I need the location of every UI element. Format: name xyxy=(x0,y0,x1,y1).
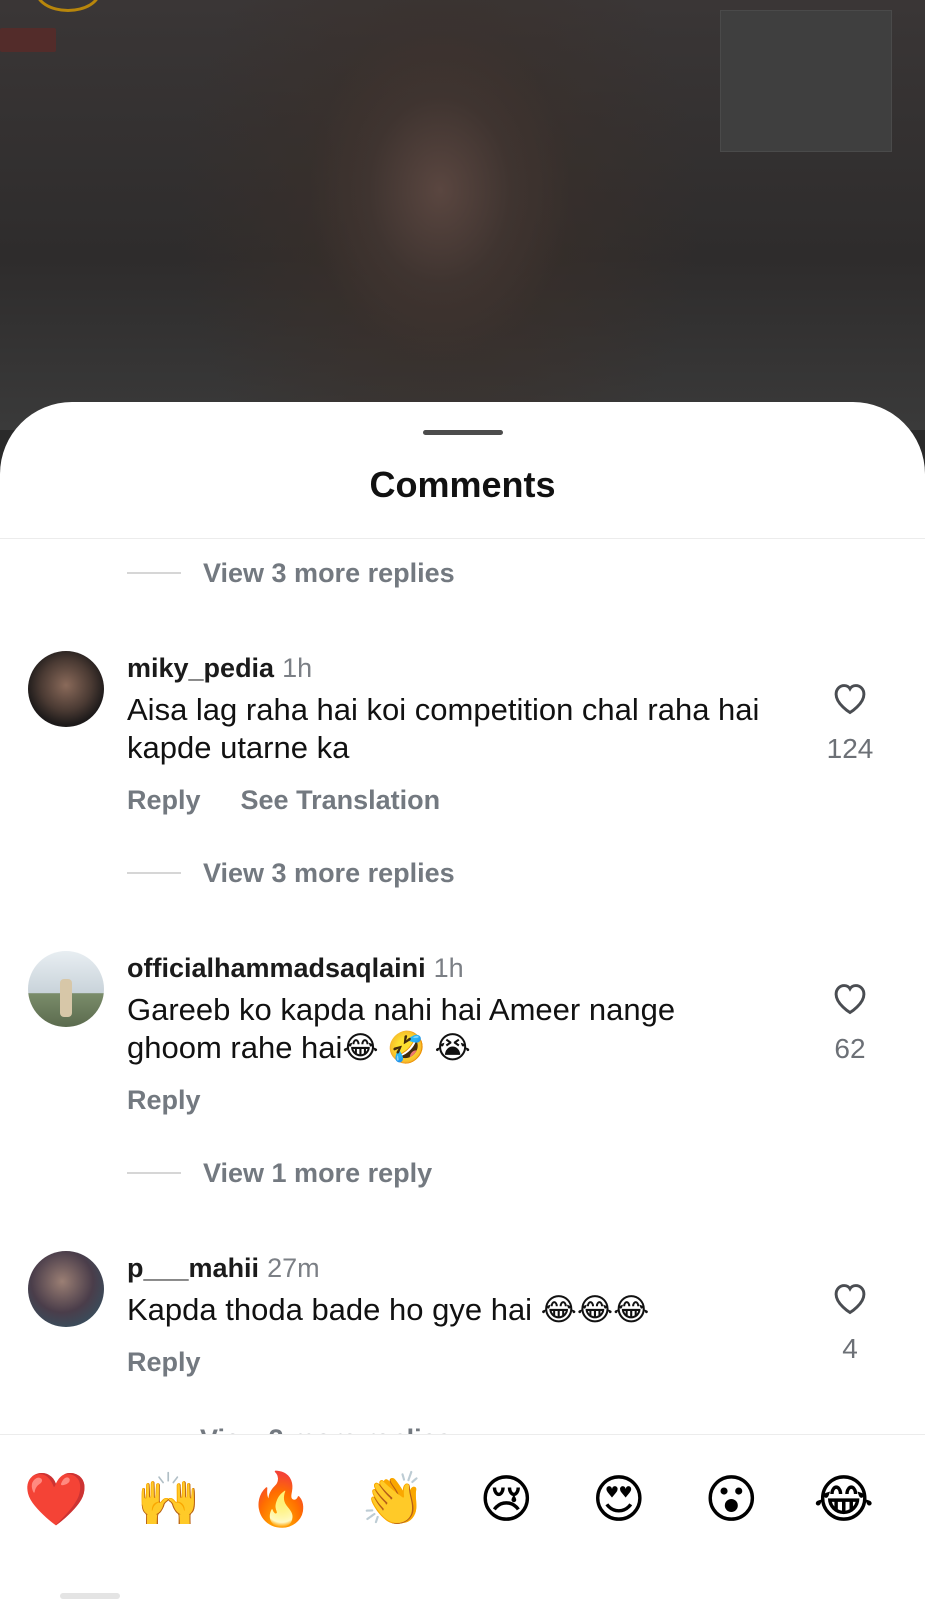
like-count: 62 xyxy=(834,1033,866,1064)
reaction-bar: ❤️ 🙌 🔥 👏 😢 😍 😮 😂 xyxy=(0,1434,925,1600)
comment-time: 1h xyxy=(282,653,313,683)
like-control[interactable]: 4 xyxy=(820,1279,880,1365)
video-backdrop xyxy=(0,0,925,430)
comment-username[interactable]: officialhammadsaqlaini xyxy=(127,953,426,983)
input-preview xyxy=(60,1593,120,1599)
heart-icon[interactable] xyxy=(830,1279,870,1315)
drag-handle[interactable] xyxy=(423,430,503,435)
reaction-row: ❤️ 🙌 🔥 👏 😢 😍 😮 😂 xyxy=(0,1465,925,1535)
avatar-figure xyxy=(60,979,72,1017)
comment-header: p___mahii 27m xyxy=(127,1251,777,1285)
avatar[interactable] xyxy=(28,951,104,1027)
comment-actions: Reply xyxy=(127,1347,777,1378)
backdrop-panel xyxy=(720,10,892,152)
comment-header: miky_pedia 1h xyxy=(127,651,777,685)
view-replies-label: View 1 more reply xyxy=(203,1157,433,1188)
comments-list[interactable]: View 3 more replies miky_pedia 1h Aisa la… xyxy=(0,539,925,1465)
like-control[interactable]: 62 xyxy=(820,979,880,1065)
comment-text: Gareeb ko kapda nahi hai Ameer nange gho… xyxy=(127,992,676,1065)
avatar[interactable] xyxy=(28,651,104,727)
backdrop-sign xyxy=(0,28,56,52)
reply-button[interactable]: Reply xyxy=(127,1085,201,1116)
sheet-title: Comments xyxy=(369,464,556,505)
comment-username[interactable]: p___mahii xyxy=(127,1253,259,1283)
comment-header: officialhammadsaqlaini 1h xyxy=(127,951,777,985)
red-heart-icon[interactable]: ❤️ xyxy=(0,1465,113,1535)
replies-line xyxy=(127,1172,181,1174)
comment-username[interactable]: miky_pedia xyxy=(127,653,274,683)
comments-sheet: Comments View 3 more replies miky_pedia 1… xyxy=(0,402,925,1600)
reply-button[interactable]: Reply xyxy=(127,1347,201,1378)
view-replies-label: View 3 more replies xyxy=(203,857,455,888)
clapping-hands-icon[interactable]: 👏 xyxy=(338,1465,451,1535)
raising-hands-icon[interactable]: 🙌 xyxy=(113,1465,226,1535)
comment-actions: Reply xyxy=(127,1085,777,1116)
replies-line xyxy=(127,872,181,874)
view-replies-link[interactable]: View 3 more replies xyxy=(127,553,455,593)
comment-text: Aisa lag raha hai koi competition chal r… xyxy=(127,692,760,765)
comment-body: p___mahii 27m Kapda thoda bade ho gye hai… xyxy=(127,1251,777,1378)
view-replies-link[interactable]: View 1 more reply xyxy=(127,1153,432,1193)
comment-text: Kapda thoda bade ho gye hai 😂😂😂 xyxy=(127,1292,650,1327)
comment-actions: Reply See Translation xyxy=(127,785,777,816)
view-replies-label: View 3 more replies xyxy=(203,557,455,588)
replies-line xyxy=(127,572,181,574)
see-translation-button[interactable]: See Translation xyxy=(241,785,441,816)
heart-icon[interactable] xyxy=(830,979,870,1015)
heart-icon[interactable] xyxy=(830,679,870,715)
comment-time: 1h xyxy=(433,953,464,983)
avatar[interactable] xyxy=(28,1251,104,1327)
like-count: 124 xyxy=(826,733,874,764)
like-count: 4 xyxy=(842,1333,858,1364)
comment-body: miky_pedia 1h Aisa lag raha hai koi compe… xyxy=(127,651,777,816)
reply-button[interactable]: Reply xyxy=(127,785,201,816)
comment-time: 27m xyxy=(267,1253,320,1283)
crying-face-icon[interactable]: 😢 xyxy=(450,1465,563,1535)
comment-body: officialhammadsaqlaini 1h Gareeb ko kapda… xyxy=(127,951,777,1116)
view-replies-link[interactable]: View 3 more replies xyxy=(127,853,455,893)
fire-icon[interactable]: 🔥 xyxy=(225,1465,338,1535)
surprised-face-icon[interactable]: 😮 xyxy=(675,1465,788,1535)
like-control[interactable]: 124 xyxy=(820,679,880,765)
heart-eyes-icon[interactable]: 😍 xyxy=(563,1465,676,1535)
tears-of-joy-icon[interactable]: 😂 xyxy=(788,1465,901,1535)
backdrop-ring xyxy=(35,0,101,12)
